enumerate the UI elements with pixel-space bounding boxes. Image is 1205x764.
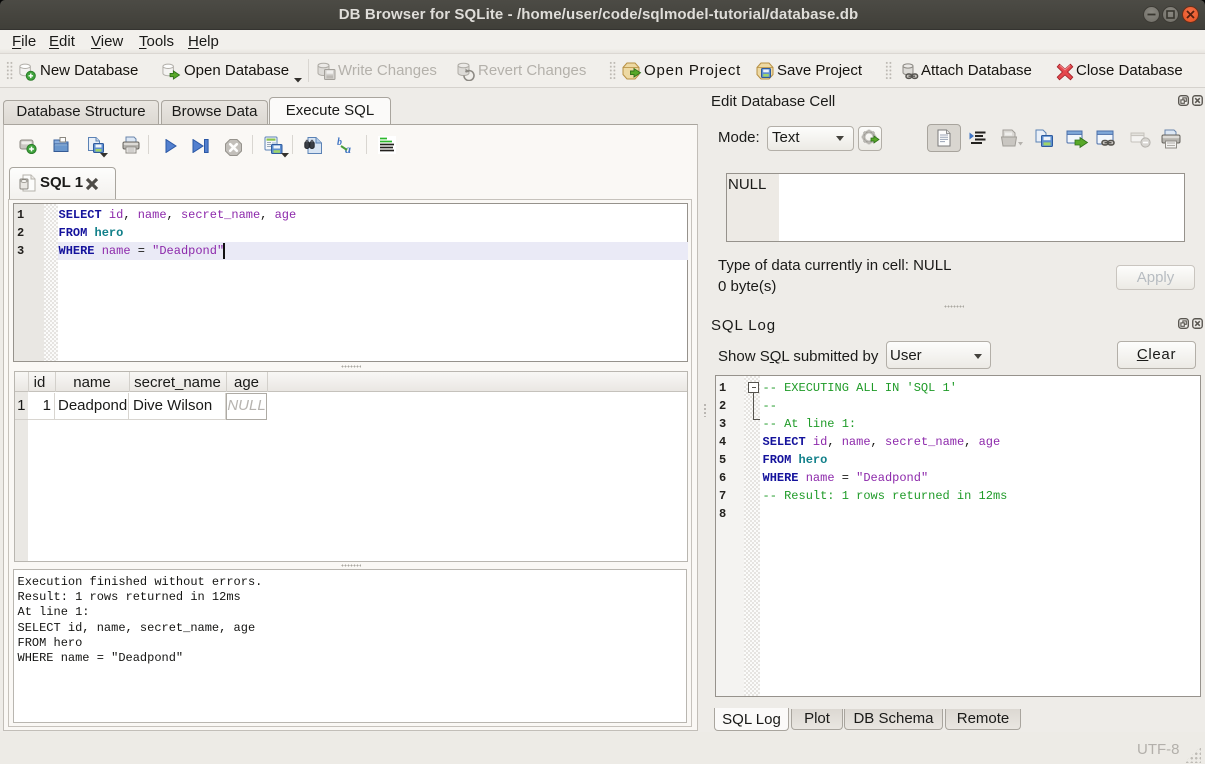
- svg-text:a: a: [345, 142, 351, 154]
